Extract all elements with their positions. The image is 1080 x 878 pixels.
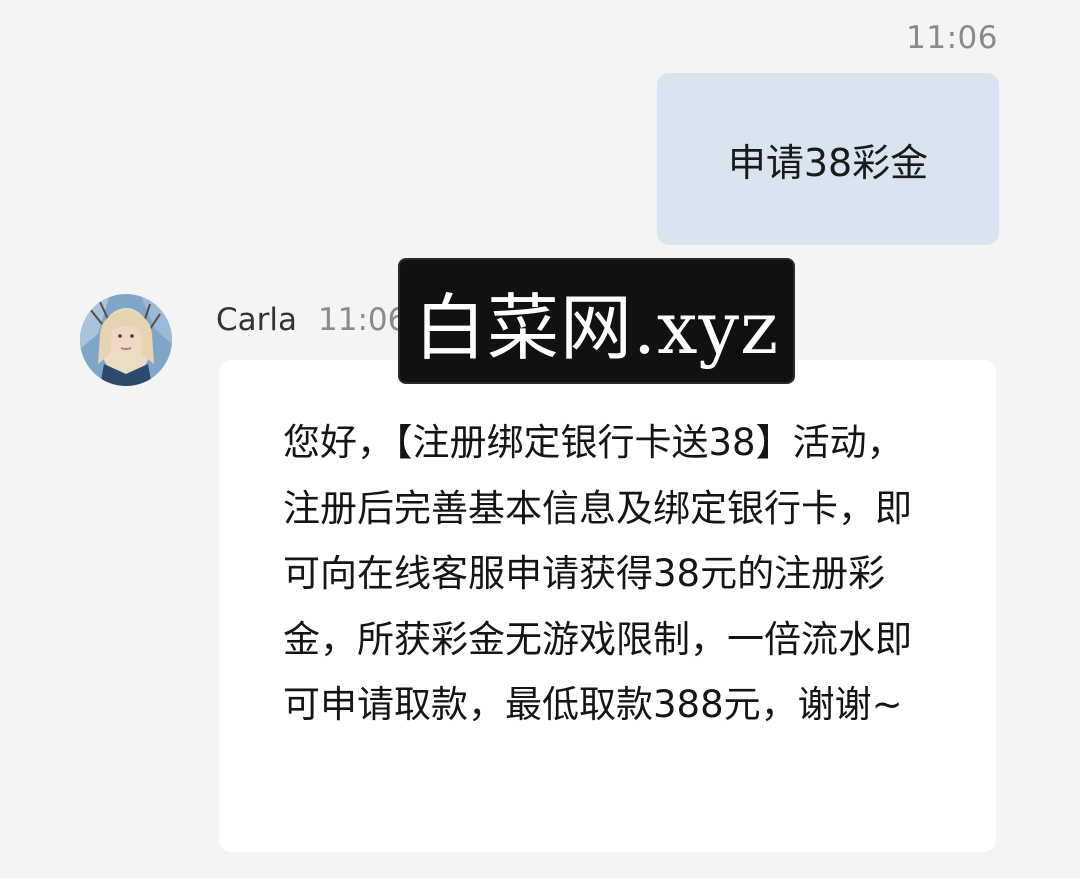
outgoing-message-bubble[interactable]: 申请38彩金 bbox=[657, 73, 999, 245]
sender-avatar[interactable] bbox=[80, 294, 172, 386]
chat-screen: 11:06 申请38彩金 Carla 11:06 您好，【注册绑定银行卡送38】… bbox=[0, 0, 1080, 878]
avatar-image bbox=[80, 294, 172, 386]
watermark-overlay: 白菜网.xyz bbox=[398, 258, 795, 384]
sender-name: Carla bbox=[216, 302, 297, 338]
incoming-timestamp: 11:06 bbox=[318, 302, 408, 338]
incoming-message-bubble[interactable]: 您好，【注册绑定银行卡送38】活动，注册后完善基本信息及绑定银行卡，即可向在线客… bbox=[219, 360, 996, 852]
outgoing-message-text: 申请38彩金 bbox=[727, 140, 929, 185]
incoming-message-text: 您好，【注册绑定银行卡送38】活动，注册后完善基本信息及绑定银行卡，即可向在线客… bbox=[283, 421, 912, 726]
outgoing-timestamp: 11:06 bbox=[906, 20, 998, 56]
watermark-text: 白菜网.xyz bbox=[413, 285, 780, 370]
